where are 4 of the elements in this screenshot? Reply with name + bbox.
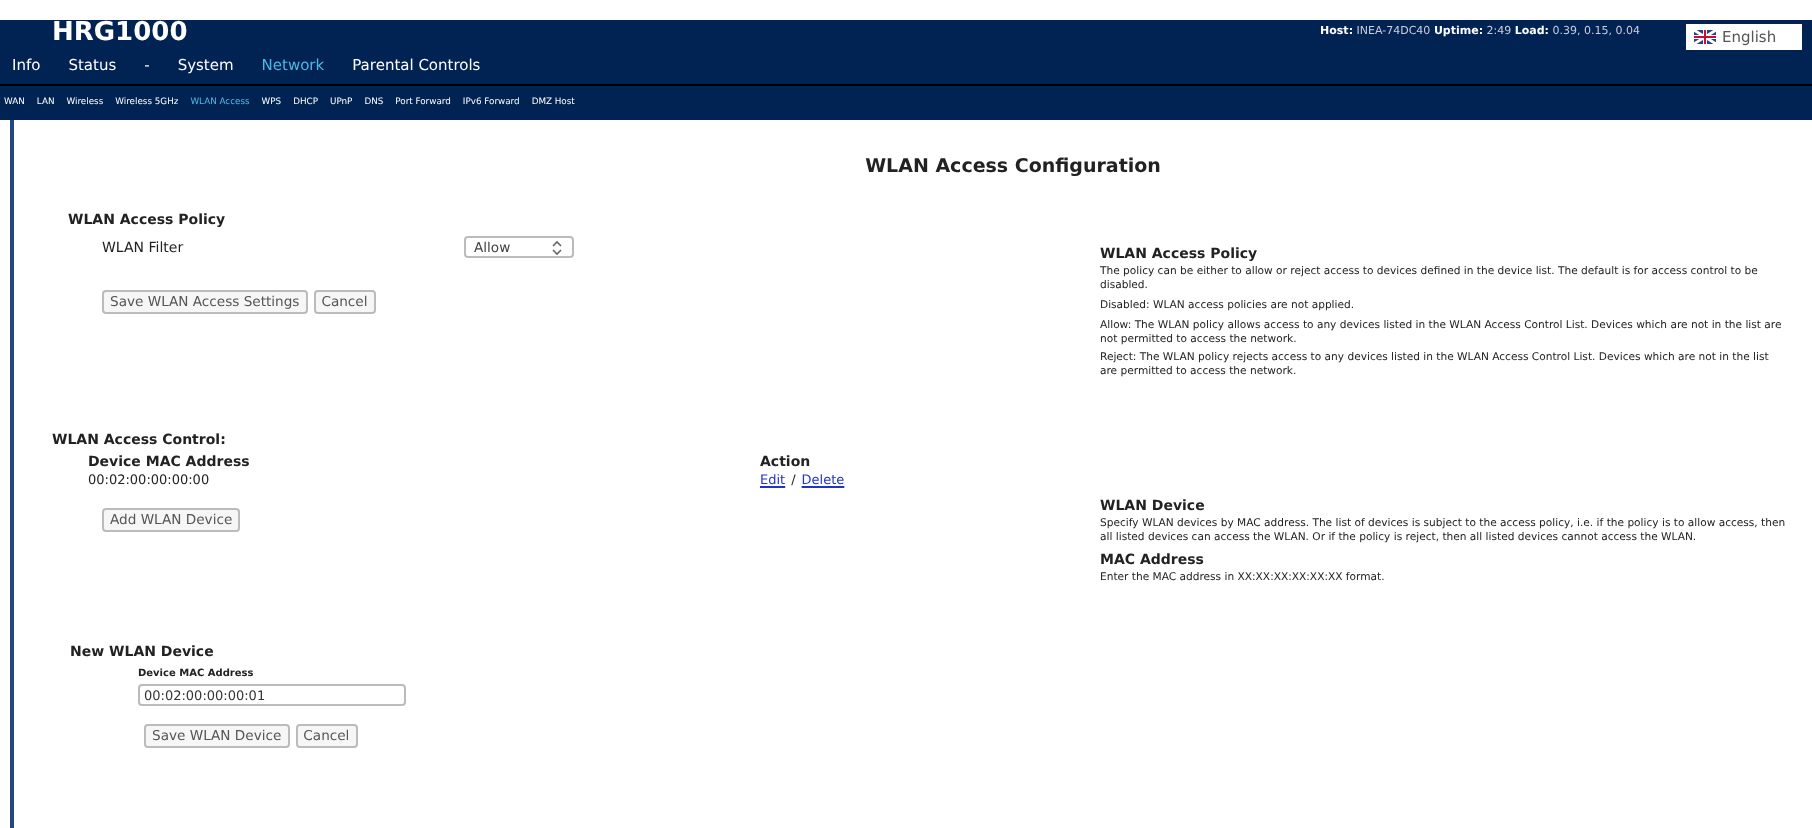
spinner-icon [552, 239, 562, 255]
logo-text: HRG1000 [52, 18, 188, 48]
page-title: WLAN Access Configuration [863, 154, 1163, 178]
flag-icon [1694, 30, 1716, 44]
